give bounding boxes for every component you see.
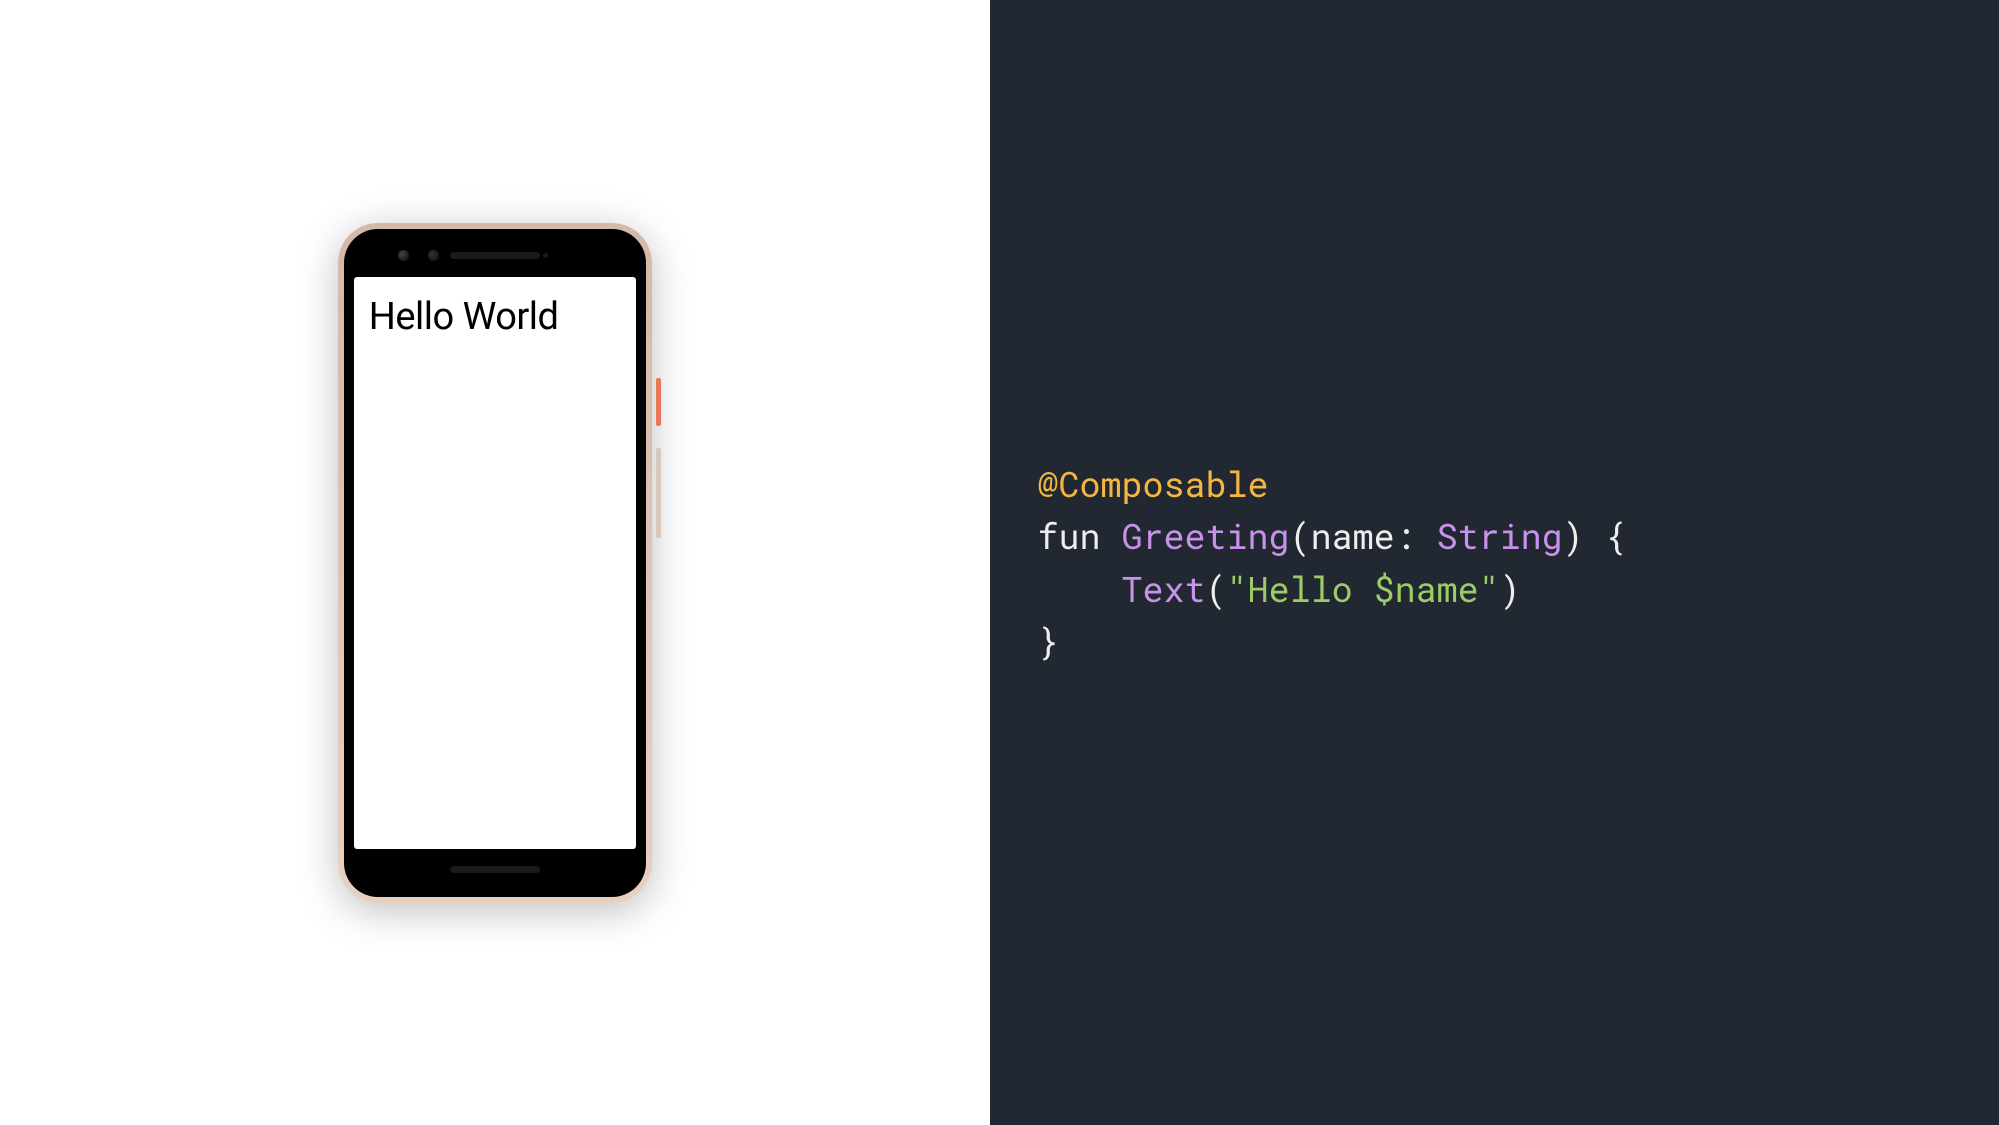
call-open-token: ( [1206,566,1227,612]
annotation-token: @Composable [1038,461,1269,507]
phone-mockup: Hello World [338,223,652,903]
screen-greeting-text: Hello World [369,295,621,339]
indent-token [1038,566,1122,612]
phone-body: Hello World [344,229,646,897]
text-fn-token: Text [1122,566,1206,612]
bottom-speaker-icon [450,866,540,873]
sensor-icon [428,250,439,261]
fun-keyword-token: fun [1038,513,1101,559]
phone-top-bezel [350,235,640,277]
string-open-token: " [1227,566,1248,612]
phone-bottom-bezel [350,849,640,891]
string-part1-token: Hello [1248,566,1374,612]
paren-close-token: ) [1563,513,1584,559]
preview-panel: Hello World [0,0,990,1125]
function-name-token: Greeting [1122,513,1290,559]
brace-open-token: { [1605,513,1626,559]
phone-screen: Hello World [354,277,636,849]
brace-close-token: } [1038,618,1059,664]
call-close-token: ) [1500,566,1521,612]
top-speaker-icon [450,252,540,259]
front-camera-icon [398,250,409,261]
code-panel: @Composable fun Greeting(name: String) {… [990,0,1999,1125]
volume-button-icon [656,448,661,538]
code-snippet: @Composable fun Greeting(name: String) {… [1038,458,1626,668]
paren-open-token: ( [1290,513,1311,559]
param-name-token: name [1311,513,1395,559]
power-button-icon [656,378,661,426]
phone-inner: Hello World [350,235,640,891]
param-type-token: String [1437,513,1563,559]
string-interp-token: $name [1374,566,1479,612]
proximity-dot-icon [543,253,548,258]
string-close-token: " [1479,566,1500,612]
colon-token: : [1395,513,1416,559]
slide-container: Hello World @Composable fun Greeting(nam… [0,0,1999,1125]
